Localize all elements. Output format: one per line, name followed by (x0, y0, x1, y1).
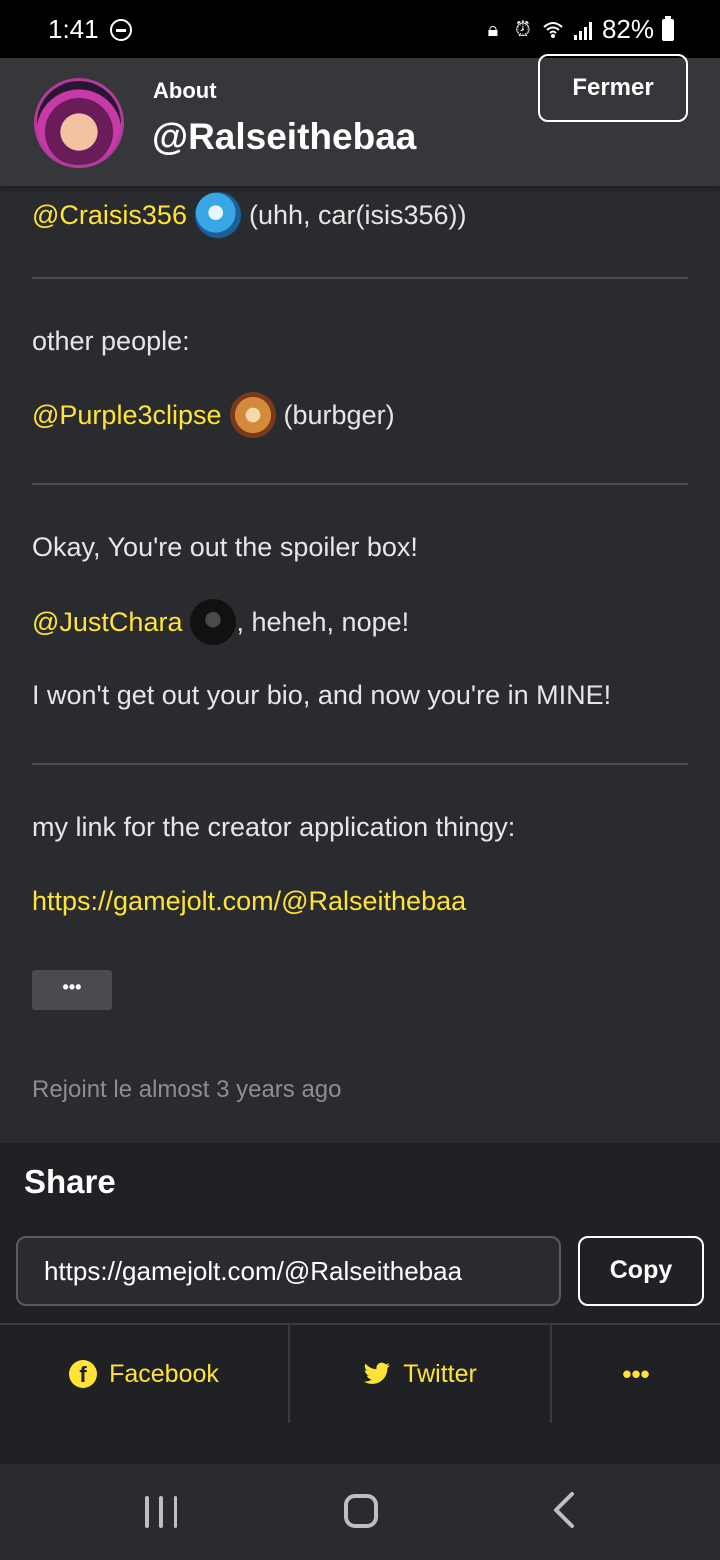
bio-text: , heheh, nope! (236, 606, 410, 637)
bio-line: @JustChara , heheh, nope! (32, 599, 409, 645)
bio-line: @Craisis356 (uhh, car(isis356)) (32, 192, 467, 238)
bio-text: (burbger) (283, 399, 395, 430)
bio-line: https://gamejolt.com/@Ralseithebaa (32, 886, 466, 917)
battery-icon (662, 15, 674, 41)
bio-line: Okay, You're out the spoiler box! (32, 532, 418, 563)
more-share-button[interactable]: ••• (552, 1325, 720, 1423)
twitter-label: Twitter (403, 1359, 477, 1388)
mention-link[interactable]: @JustChara (32, 607, 182, 638)
battery-percent: 82% (601, 14, 654, 44)
home-icon[interactable] (344, 1494, 378, 1528)
divider (32, 763, 688, 765)
alarm-icon: ⏰︎ (515, 18, 531, 41)
about-header: About @Ralseithebaa Fermer (0, 54, 720, 186)
profile-avatar (34, 78, 124, 168)
status-time: 1:41 (48, 14, 99, 44)
facebook-icon: f (69, 1360, 98, 1388)
bio-line: I won't get out your bio, and now you're… (32, 680, 611, 711)
bio-text: other people: (32, 326, 190, 356)
joined-date: Rejoint le almost 3 years ago (32, 1076, 342, 1103)
facebook-label: Facebook (109, 1359, 219, 1388)
bio-text: I won't get out your bio, and now you're… (32, 680, 612, 710)
divider (32, 277, 688, 279)
bio-text: my link for the creator application thin… (32, 812, 516, 842)
profile-link[interactable]: https://gamejolt.com/@Ralseithebaa (32, 886, 466, 917)
bio-text: Okay, You're out the spoiler box! (32, 532, 418, 562)
divider (32, 483, 688, 485)
recent-apps-icon[interactable] (145, 1496, 177, 1528)
status-bar: 1:41 🔒︎ ⏰︎ 82% (0, 0, 720, 58)
close-button[interactable]: Fermer (538, 54, 688, 122)
profile-username: @Ralseithebaa (152, 116, 417, 157)
twitter-icon (364, 1362, 391, 1384)
share-title: Share (24, 1163, 116, 1200)
status-icons: 🔒︎ ⏰︎ 82% (482, 14, 674, 45)
header-label: About (153, 78, 217, 103)
bio-text: (uhh, car(isis356)) (248, 199, 467, 230)
mention-link[interactable]: @Craisis356 (32, 200, 187, 231)
share-url-field[interactable]: https://gamejolt.com/@Ralseithebaa (16, 1236, 561, 1306)
mention-avatar (229, 392, 276, 438)
mention-avatar (190, 599, 237, 645)
wifi-icon (542, 19, 564, 41)
show-more-button[interactable]: ••• (32, 970, 112, 1010)
lock-icon: 🔒︎ (487, 18, 499, 41)
copy-button[interactable]: Copy (578, 1236, 704, 1306)
bio-line: other people: (32, 326, 190, 357)
twitter-share-button[interactable]: Twitter (290, 1325, 552, 1423)
mention-avatar (194, 192, 241, 238)
mention-link[interactable]: @Purple3clipse (32, 400, 222, 431)
bio-line: @Purple3clipse (burbger) (32, 392, 395, 438)
share-options: f Facebook Twitter ••• (0, 1323, 720, 1423)
system-nav-bar (0, 1464, 720, 1560)
back-icon[interactable] (550, 1488, 580, 1532)
signal-icon (572, 19, 594, 41)
bio-line: my link for the creator application thin… (32, 812, 515, 843)
do-not-disturb-icon (110, 19, 132, 41)
share-panel: Share https://gamejolt.com/@Ralseithebaa… (0, 1143, 720, 1464)
facebook-share-button[interactable]: f Facebook (0, 1325, 290, 1423)
